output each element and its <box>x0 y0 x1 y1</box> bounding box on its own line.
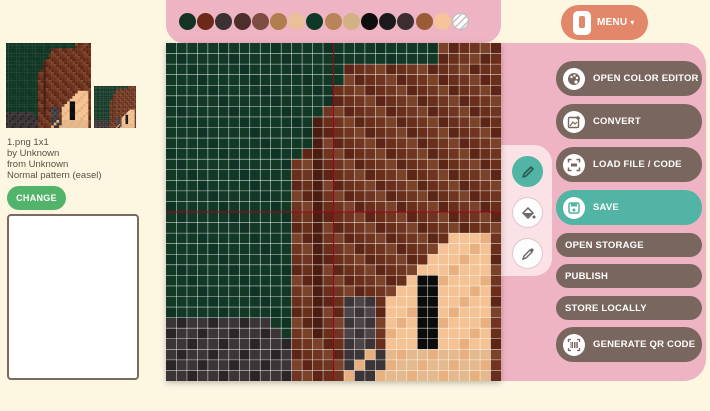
pixel-grid[interactable] <box>166 43 501 381</box>
palette-swatch[interactable] <box>215 13 233 30</box>
eyedropper-icon <box>521 247 534 260</box>
pencil-icon <box>521 165 534 178</box>
transparent-swatch-icon[interactable] <box>452 13 469 30</box>
menu-label: MENU <box>597 17 628 28</box>
fill-tool-button[interactable] <box>512 197 543 228</box>
pencil-tool-button[interactable] <box>512 156 543 187</box>
palette-swatch[interactable] <box>433 13 451 30</box>
paint-bucket-icon <box>521 206 535 219</box>
palette-swatch[interactable] <box>324 13 342 30</box>
scan-icon <box>563 153 585 176</box>
palette-swatch[interactable] <box>179 13 196 30</box>
pattern-filename: 1.png 1x1 <box>7 137 49 148</box>
generate-qr-code-button[interactable]: GENERATE QR CODE <box>556 327 702 362</box>
palette-swatch[interactable] <box>270 13 287 30</box>
pattern-info: 1.png 1x1 by Unknown from Unknown Normal… <box>7 137 102 181</box>
menu-button[interactable]: MENU ▾ <box>561 5 648 40</box>
palette-swatch[interactable] <box>233 13 251 30</box>
save-button[interactable]: SAVE <box>556 190 702 225</box>
pattern-town: from Unknown <box>7 159 69 170</box>
palette-swatch[interactable] <box>342 13 360 30</box>
generate-qr-code-label: GENERATE QR CODE <box>593 339 696 350</box>
open-color-editor-label: OPEN COLOR EDITOR <box>593 73 699 84</box>
save-label: SAVE <box>593 202 619 213</box>
change-button[interactable]: CHANGE <box>7 186 66 210</box>
convert-button[interactable]: CONVERT <box>556 104 702 139</box>
palette-swatch[interactable] <box>361 13 378 30</box>
palette-swatch[interactable] <box>397 13 415 30</box>
convert-label: CONVERT <box>593 116 641 127</box>
store-locally-label: STORE LOCALLY <box>565 302 647 314</box>
load-file-button[interactable]: LOAD FILE / CODE <box>556 147 702 182</box>
open-storage-button[interactable]: OPEN STORAGE <box>556 233 702 257</box>
eyedropper-tool-button[interactable] <box>512 238 543 269</box>
floppy-disk-icon <box>563 196 585 219</box>
barcode-icon <box>563 333 585 356</box>
palette-swatch[interactable] <box>288 13 306 30</box>
pattern-preview-small <box>94 86 136 128</box>
pattern-author: by Unknown <box>7 148 60 159</box>
publish-button[interactable]: PUBLISH <box>556 264 702 288</box>
open-storage-label: OPEN STORAGE <box>565 239 644 251</box>
image-add-icon <box>563 110 585 133</box>
palette-swatch[interactable] <box>415 13 433 30</box>
palette-swatch[interactable] <box>197 13 215 30</box>
palette-swatch[interactable] <box>306 13 324 30</box>
notes-textarea[interactable] <box>7 214 139 380</box>
pattern-canvas[interactable] <box>166 43 501 381</box>
open-color-editor-button[interactable]: OPEN COLOR EDITOR <box>556 61 702 96</box>
chevron-down-icon: ▾ <box>630 18 635 27</box>
palette-bar <box>166 0 501 43</box>
pattern-preview-large <box>6 43 91 128</box>
publish-label: PUBLISH <box>565 270 609 282</box>
palette-swatch[interactable] <box>379 13 397 30</box>
palette-swatch[interactable] <box>251 13 269 30</box>
phone-icon <box>573 10 591 35</box>
load-file-label: LOAD FILE / CODE <box>593 159 682 170</box>
store-locally-button[interactable]: STORE LOCALLY <box>556 296 702 320</box>
palette-icon <box>563 67 585 90</box>
pattern-type: Normal pattern (easel) <box>7 170 102 181</box>
